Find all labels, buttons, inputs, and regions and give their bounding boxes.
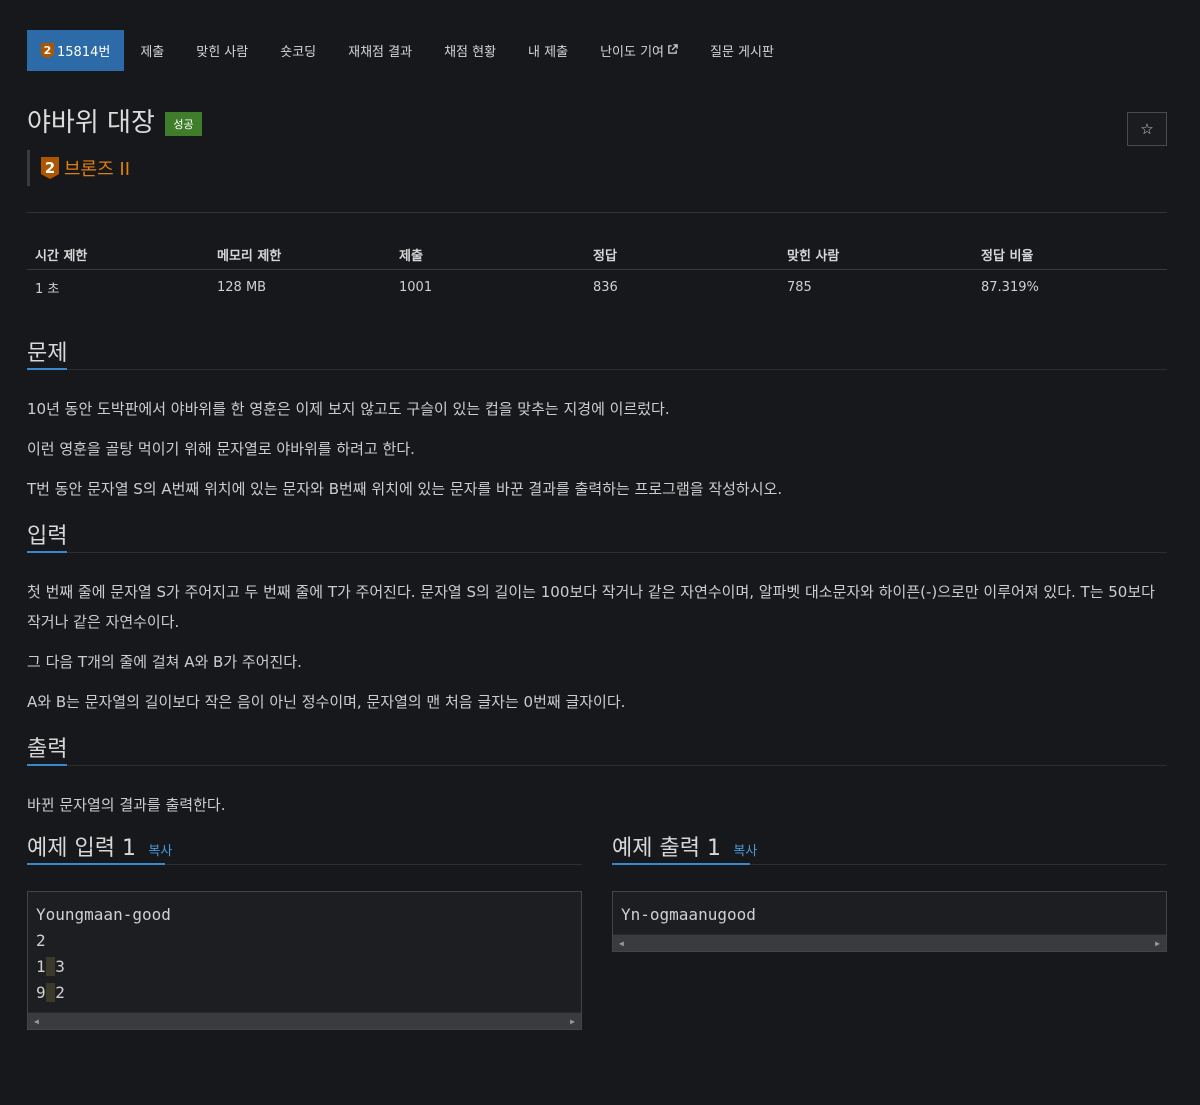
paragraph: 이런 영훈을 골탕 먹이기 위해 문자열로 야바위를 하려고 한다. [27, 440, 415, 458]
table-header-row: 시간 제한 메모리 제한 제출 정답 맞힌 사람 정답 비율 [27, 241, 1167, 270]
code-line: 1 [36, 957, 46, 976]
header-correct-ratio: 정답 비율 [973, 241, 1167, 270]
bronze-tier-icon: 2 [41, 42, 54, 59]
header-solved-users: 맞힌 사람 [779, 241, 973, 270]
code-line: 2 [55, 983, 65, 1002]
divider [27, 212, 1167, 213]
problem-menu-tabs: 2 15814번 제출 맞힌 사람 숏코딩 재채점 결과 채점 현황 내 제출 … [27, 30, 1167, 71]
tab-submit[interactable]: 제출 [124, 30, 180, 71]
value-correct-ratio: 87.319% [981, 279, 1039, 295]
table-row: 1 초 128 MB 1001 836 785 87.319% [27, 269, 1167, 305]
code-line: 3 [55, 957, 65, 976]
sample-input-code[interactable]: Youngmaan-good 2 1 3 9 2 ◀ ▶ [27, 891, 582, 1030]
tab-qna-board[interactable]: 질문 게시판 [694, 30, 790, 71]
section-title: 입력 [27, 524, 68, 549]
tab-difficulty-label: 난이도 기여 [600, 45, 664, 60]
value-solved-users: 785 [787, 279, 812, 295]
bronze-tier-icon: 2 [41, 157, 59, 179]
copy-button[interactable]: 복사 [733, 844, 757, 859]
value-time-limit: 1 초 [35, 281, 60, 297]
tab-solved-users[interactable]: 맞힌 사람 [180, 30, 264, 71]
section-underline [27, 551, 67, 553]
samples: 예제 입력 1 복사 Youngmaan-good 2 1 3 9 2 ◀ ▶ … [27, 830, 1167, 1030]
problem-section-heading: 문제 [27, 335, 1167, 370]
input-section-heading: 입력 [27, 518, 1167, 553]
paragraph: 첫 번째 줄에 문자열 S가 주어지고 두 번째 줄에 T가 주어진다. 문자열… [27, 583, 1155, 631]
problem-page: 2 15814번 제출 맞힌 사람 숏코딩 재채점 결과 채점 현황 내 제출 … [27, 30, 1167, 1030]
whitespace-marker [45, 957, 56, 976]
problem-stats-table: 시간 제한 메모리 제한 제출 정답 맞힌 사람 정답 비율 1 초 128 M… [27, 241, 1167, 305]
tier-info: 2 브론즈 II [27, 150, 1167, 186]
scroll-right-icon[interactable]: ▶ [570, 1017, 575, 1026]
scroll-left-icon[interactable]: ◀ [619, 939, 624, 948]
sample-output-code[interactable]: Yn-ogmaanugood ◀ ▶ [612, 891, 1167, 952]
external-link-icon [667, 43, 678, 58]
tab-problem-label: 15814번 [57, 45, 111, 60]
paragraph: A와 B는 문자열의 길이보다 작은 음이 아닌 정수이며, 문자열의 맨 처음… [27, 693, 626, 711]
tab-my-submissions[interactable]: 내 제출 [512, 30, 584, 71]
star-icon: ☆ [1140, 120, 1154, 138]
page-title: 야바위 대장 [27, 108, 155, 138]
header-memory-limit: 메모리 제한 [209, 241, 391, 270]
problem-description: 10년 동안 도박판에서 야바위를 한 영훈은 이제 보지 않고도 구슬이 있는… [27, 370, 1167, 504]
section-title: 문제 [27, 341, 68, 366]
header-submissions: 제출 [391, 241, 585, 270]
value-correct: 836 [593, 279, 618, 295]
sample-input: 예제 입력 1 복사 Youngmaan-good 2 1 3 9 2 ◀ ▶ [27, 830, 582, 1030]
section-title: 출력 [27, 737, 68, 762]
copy-button[interactable]: 복사 [148, 844, 172, 859]
section-title: 예제 출력 1 [612, 836, 721, 861]
favorite-star-button[interactable]: ☆ [1127, 112, 1167, 146]
section-title: 예제 입력 1 [27, 836, 136, 861]
tab-short-coding[interactable]: 숏코딩 [264, 30, 332, 71]
scroll-left-icon[interactable]: ◀ [34, 1017, 39, 1026]
section-underline [612, 863, 750, 865]
paragraph: 그 다음 T개의 줄에 걸쳐 A와 B가 주어진다. [27, 653, 302, 671]
code-line: 9 [36, 983, 46, 1002]
paragraph: 바뀐 문자열의 결과를 출력한다. [27, 796, 226, 814]
input-description: 첫 번째 줄에 문자열 S가 주어지고 두 번째 줄에 T가 주어진다. 문자열… [27, 553, 1167, 717]
section-underline [27, 764, 67, 766]
value-memory-limit: 128 MB [217, 279, 267, 295]
paragraph: T번 동안 문자열 S의 A번째 위치에 있는 문자와 B번째 위치에 있는 문… [27, 480, 783, 498]
tab-difficulty-contribution[interactable]: 난이도 기여 [584, 30, 694, 71]
tab-judge-status[interactable]: 채점 현황 [428, 30, 512, 71]
paragraph: 10년 동안 도박판에서 야바위를 한 영훈은 이제 보지 않고도 구슬이 있는… [27, 400, 670, 418]
value-submissions: 1001 [399, 279, 433, 295]
header-time-limit: 시간 제한 [27, 241, 209, 270]
status-badge: 성공 [165, 111, 202, 136]
horizontal-scrollbar[interactable]: ◀ ▶ [613, 934, 1166, 951]
tab-rejudge-results[interactable]: 재채점 결과 [332, 30, 428, 71]
horizontal-scrollbar[interactable]: ◀ ▶ [28, 1012, 581, 1029]
sample-input-heading: 예제 입력 1 복사 [27, 830, 582, 865]
scroll-right-icon[interactable]: ▶ [1155, 939, 1160, 948]
code-line: Youngmaan-good [36, 905, 171, 924]
title-row: 야바위 대장 성공 ☆ [27, 102, 1167, 148]
output-section-heading: 출력 [27, 731, 1167, 766]
tier-name[interactable]: 브론즈 II [64, 155, 130, 181]
sample-output-heading: 예제 출력 1 복사 [612, 830, 1167, 865]
output-description: 바뀐 문자열의 결과를 출력한다. [27, 766, 1167, 820]
section-underline [27, 863, 165, 865]
tab-problem[interactable]: 2 15814번 [27, 30, 125, 71]
section-underline [27, 368, 67, 370]
whitespace-marker [45, 983, 56, 1002]
sample-output: 예제 출력 1 복사 Yn-ogmaanugood ◀ ▶ [612, 830, 1167, 1030]
header-correct: 정답 [585, 241, 779, 270]
code-line: Yn-ogmaanugood [621, 905, 756, 924]
code-line: 2 [36, 931, 46, 950]
